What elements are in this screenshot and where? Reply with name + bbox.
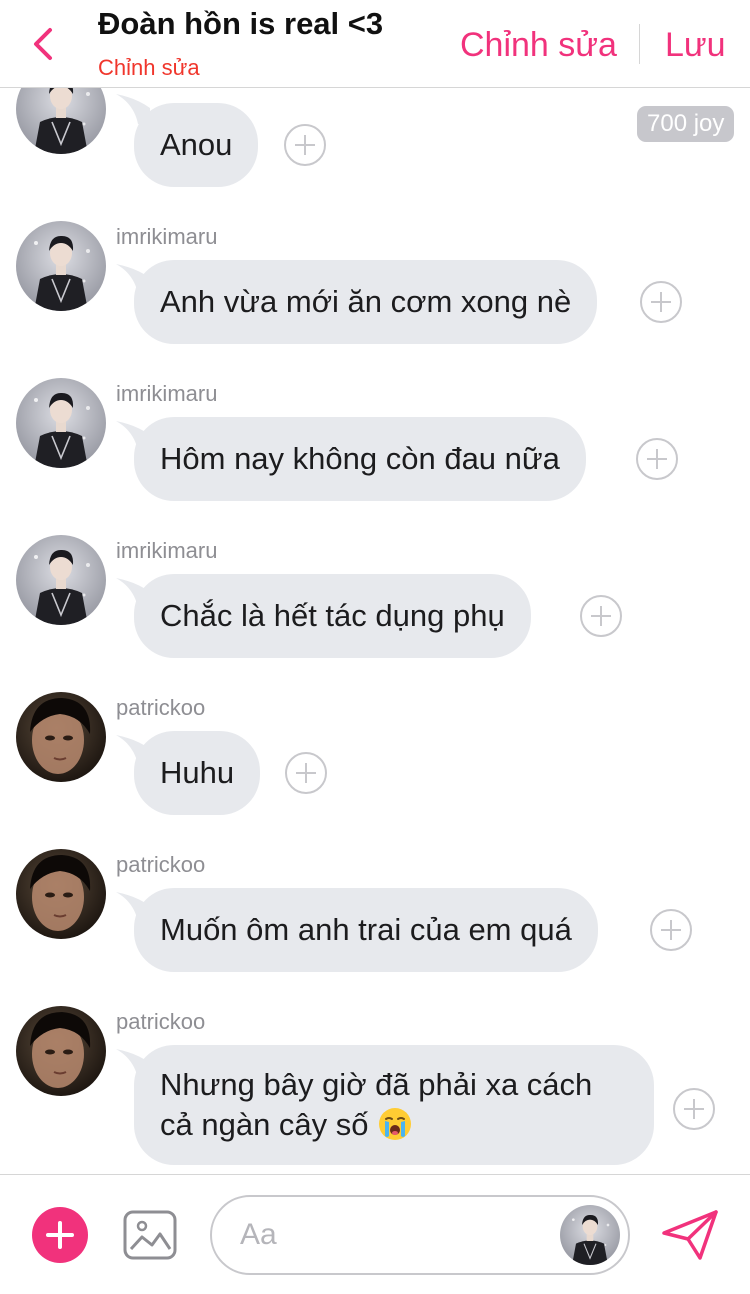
image-gallery-icon[interactable] xyxy=(122,1209,178,1261)
send-icon[interactable] xyxy=(660,1209,720,1261)
message-bubble[interactable]: Anh vừa mới ăn cơm xong nè xyxy=(134,260,598,344)
add-reaction-button[interactable] xyxy=(650,909,692,951)
message-text-fragment: cả ngàn cây số xyxy=(160,1107,369,1142)
joy-badge: 700 joy xyxy=(637,106,735,142)
message-bubble[interactable]: Anou xyxy=(134,103,259,187)
message-item: patrickoo Huhu xyxy=(0,691,750,817)
message-text-line: Nhưng bây giờ đã phải xa cách xyxy=(160,1067,593,1102)
message-item: patrickoo Muốn ôm anh trai của em quá xyxy=(0,848,750,974)
save-button[interactable]: Lưu xyxy=(665,26,726,65)
avatar[interactable] xyxy=(16,88,106,154)
message-bubble[interactable]: Chắc là hết tác dụng phụ xyxy=(134,574,531,658)
message-bubble[interactable]: Huhu xyxy=(134,731,261,815)
message-input[interactable] xyxy=(240,1213,550,1257)
message-item: imrikimaru Chắc là hết tác dụng phụ xyxy=(0,534,750,660)
message-username: patrickoo xyxy=(116,1009,206,1034)
add-reaction-button[interactable] xyxy=(285,752,327,794)
avatar[interactable] xyxy=(16,535,106,625)
message-composer xyxy=(0,1174,750,1294)
chat-header: Đoàn hồn is real <3 Chỉnh sửa Chỉnh sửa … xyxy=(0,0,750,88)
avatar[interactable] xyxy=(16,692,106,782)
add-content-button[interactable] xyxy=(32,1207,88,1263)
edit-button[interactable]: Chỉnh sửa xyxy=(460,26,617,65)
add-reaction-button[interactable] xyxy=(640,281,682,323)
message-username: imrikimaru xyxy=(116,381,218,406)
chat-title: Đoàn hồn is real <3 xyxy=(98,6,384,41)
chat-subtitle[interactable]: Chỉnh sửa xyxy=(98,55,200,81)
message-username: imrikimaru xyxy=(116,224,218,249)
add-reaction-button[interactable] xyxy=(580,595,622,637)
message-input-wrapper xyxy=(210,1195,630,1275)
back-chevron-icon[interactable] xyxy=(26,24,62,64)
message-bubble[interactable]: Hôm nay không còn đau nữa xyxy=(134,417,586,501)
avatar[interactable] xyxy=(16,849,106,939)
message-bubble[interactable]: Muốn ôm anh trai của em quá xyxy=(134,888,598,972)
message-list[interactable]: Anou 700 joy imrikimaru Anh vừa mới ăn c… xyxy=(0,88,750,1174)
message-username: imrikimaru xyxy=(116,538,218,563)
message-username: patrickoo xyxy=(116,852,206,877)
avatar[interactable] xyxy=(16,378,106,468)
avatar[interactable] xyxy=(16,1006,106,1096)
loudly-crying-face-icon xyxy=(379,1108,412,1140)
message-text-line: cả ngàn cây số xyxy=(160,1105,628,1145)
add-reaction-button[interactable] xyxy=(284,124,326,166)
sticker-avatar-button[interactable] xyxy=(560,1205,620,1265)
message-item: imrikimaru Anh vừa mới ăn cơm xong nè xyxy=(0,220,750,346)
avatar[interactable] xyxy=(16,221,106,311)
add-reaction-button[interactable] xyxy=(673,1088,715,1130)
message-bubble[interactable]: Nhưng bây giờ đã phải xa cách cả ngàn câ… xyxy=(134,1045,654,1165)
message-username: patrickoo xyxy=(116,695,206,720)
add-reaction-button[interactable] xyxy=(636,438,678,480)
header-divider xyxy=(639,24,640,64)
message-item: patrickoo Nhưng bây giờ đã phải xa cách … xyxy=(0,1005,750,1174)
message-item: imrikimaru Hôm nay không còn đau nữa xyxy=(0,377,750,503)
